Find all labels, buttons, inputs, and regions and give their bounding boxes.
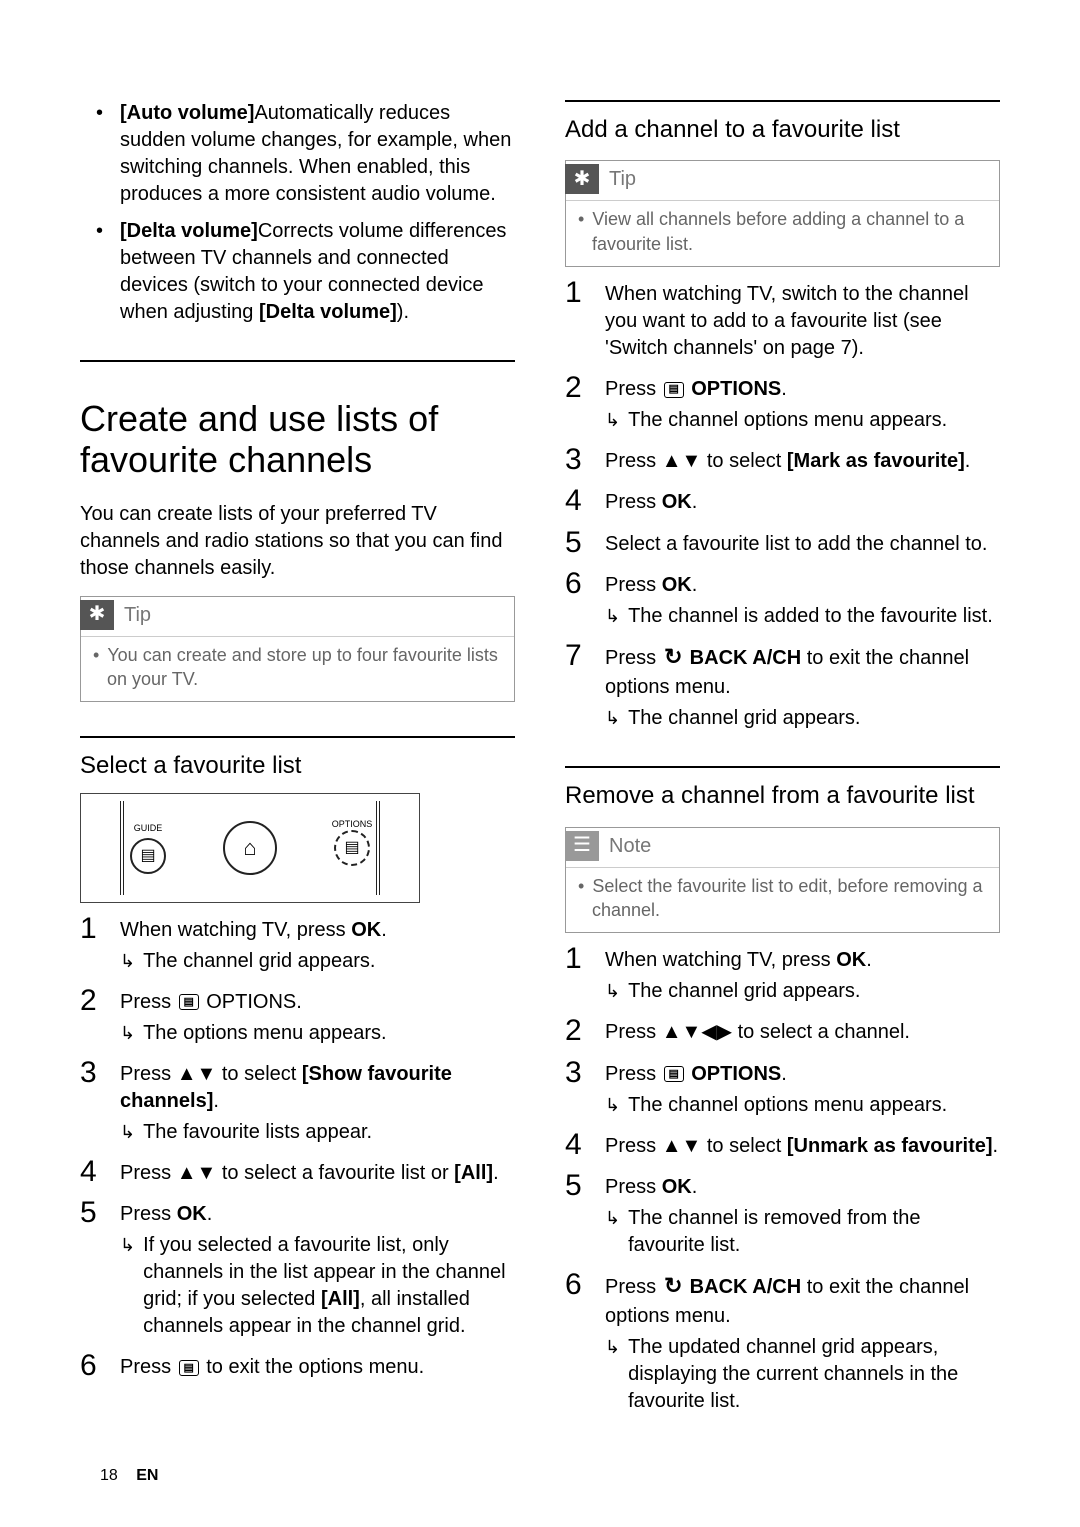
result-arrow-icon: ↳ xyxy=(605,603,620,630)
step-a3: 3 Press ▲▼ to select [Mark as favourite]… xyxy=(565,444,1000,476)
result-arrow-icon: ↳ xyxy=(605,1092,620,1119)
result-arrow-icon: ↳ xyxy=(605,407,620,434)
step-3: 3 Press ▲▼ to select [Show favourite cha… xyxy=(80,1057,515,1146)
result-arrow-icon: ↳ xyxy=(605,1205,620,1259)
step-5: 5 Press OK. ↳If you selected a favourite… xyxy=(80,1197,515,1340)
options-icon: ▤ xyxy=(664,1066,684,1082)
remote-illustration: GUIDE ▤ ⌂ OPTIONS ▤ xyxy=(80,793,420,903)
nav-all-icon: ▲▼◀▶ xyxy=(662,1021,732,1043)
step-number: 1 xyxy=(80,913,106,945)
step-1: 1 When watching TV, press OK. ↳The chann… xyxy=(80,913,515,975)
options-button-icon: OPTIONS ▤ xyxy=(334,830,370,866)
result-arrow-icon: ↳ xyxy=(605,978,620,1005)
section-intro: You can create lists of your preferred T… xyxy=(80,501,515,582)
section-heading: Create and use lists of favourite channe… xyxy=(80,398,515,481)
label2: [Delta volume] xyxy=(259,301,397,323)
bullet-delta-volume: [Delta volume]Corrects volume difference… xyxy=(120,218,515,326)
nav-up-down-icon: ▲▼ xyxy=(662,1135,702,1157)
label: [Auto volume] xyxy=(120,102,254,124)
left-column: [Auto volume]Automatically reduces sudde… xyxy=(80,100,515,1415)
tip-icon: ✱ xyxy=(565,164,599,194)
back-icon: ↺ xyxy=(664,642,682,672)
step-2: 2 Press ▤ OPTIONS. ↳The options menu app… xyxy=(80,985,515,1047)
result-arrow-icon: ↳ xyxy=(605,1334,620,1415)
result-arrow-icon: ↳ xyxy=(120,1119,135,1146)
tip-box: ✱ Tip View all channels before adding a … xyxy=(565,160,1000,267)
options-icon: ▤ xyxy=(664,382,684,398)
page-number: 18 xyxy=(100,1467,118,1484)
tip-label: Tip xyxy=(124,602,151,629)
nav-up-down-icon: ▲▼ xyxy=(177,1063,217,1085)
label: [Delta volume] xyxy=(120,220,258,242)
options-icon: ▤ xyxy=(179,1360,199,1376)
options-label: OPTIONS xyxy=(322,818,382,830)
subheading-remove-channel: Remove a channel from a favourite list xyxy=(565,780,1000,812)
tip-header: ✱ Tip xyxy=(81,597,514,636)
text2: ). xyxy=(397,301,409,323)
subsection-rule xyxy=(565,766,1000,776)
step-a4: 4 Press OK. xyxy=(565,485,1000,517)
options-icon: ▤ xyxy=(179,994,199,1010)
home-button-icon: ⌂ xyxy=(223,821,277,875)
tip-label: Tip xyxy=(609,166,636,193)
tip-text: View all channels before adding a channe… xyxy=(592,207,987,256)
step-6: 6 Press ▤ to exit the options menu. xyxy=(80,1350,515,1382)
section-rule xyxy=(80,360,515,370)
step-a6: 6 Press OK. ↳The channel is added to the… xyxy=(565,568,1000,630)
nav-up-down-icon: ▲▼ xyxy=(177,1162,217,1184)
tip-box: ✱ Tip You can create and store up to fou… xyxy=(80,596,515,703)
subsection-rule xyxy=(80,736,515,746)
guide-button-icon: ▤ xyxy=(130,838,166,874)
guide-label: GUIDE xyxy=(134,822,163,834)
tip-body: You can create and store up to four favo… xyxy=(81,636,514,702)
step-4: 4 Press ▲▼ to select a favourite list or… xyxy=(80,1156,515,1188)
subheading-add-channel: Add a channel to a favourite list xyxy=(565,114,1000,146)
right-column: Add a channel to a favourite list ✱ Tip … xyxy=(565,100,1000,1415)
step-a7: 7 Press ↺ BACK A/CH to exit the channel … xyxy=(565,640,1000,732)
result-arrow-icon: ↳ xyxy=(120,948,135,975)
note-text: Select the favourite list to edit, befor… xyxy=(592,874,987,923)
result-arrow-icon: ↳ xyxy=(120,1020,135,1047)
step-b2: 2 Press ▲▼◀▶ to select a channel. xyxy=(565,1015,1000,1047)
step-a5: 5 Select a favourite list to add the cha… xyxy=(565,527,1000,559)
subsection-rule xyxy=(565,100,1000,110)
page-lang: EN xyxy=(136,1467,158,1484)
feature-bullets: [Auto volume]Automatically reduces sudde… xyxy=(80,100,515,326)
step-b4: 4 Press ▲▼ to select [Unmark as favourit… xyxy=(565,1129,1000,1161)
bullet-auto-volume: [Auto volume]Automatically reduces sudde… xyxy=(120,100,515,208)
step-b6: 6 Press ↺ BACK A/CH to exit the channel … xyxy=(565,1269,1000,1415)
note-icon: ☰ xyxy=(565,831,599,861)
result-arrow-icon: ↳ xyxy=(120,1232,135,1340)
step-b1: 1 When watching TV, press OK. ↳The chann… xyxy=(565,943,1000,1005)
step-b3: 3 Press ▤ OPTIONS. ↳The channel options … xyxy=(565,1057,1000,1119)
tip-icon: ✱ xyxy=(80,600,114,630)
step-a1: 1 When watching TV, switch to the channe… xyxy=(565,277,1000,362)
step-a2: 2 Press ▤ OPTIONS. ↳The channel options … xyxy=(565,372,1000,434)
note-label: Note xyxy=(609,833,651,860)
result-arrow-icon: ↳ xyxy=(605,705,620,732)
tip-text: You can create and store up to four favo… xyxy=(107,643,502,692)
note-box: ☰ Note Select the favourite list to edit… xyxy=(565,827,1000,934)
back-icon: ↺ xyxy=(664,1271,682,1301)
page-footer: 18 EN xyxy=(100,1465,158,1487)
nav-up-down-icon: ▲▼ xyxy=(662,450,702,472)
subheading-select-list: Select a favourite list xyxy=(80,750,515,782)
step-b5: 5 Press OK. ↳The channel is removed from… xyxy=(565,1170,1000,1259)
